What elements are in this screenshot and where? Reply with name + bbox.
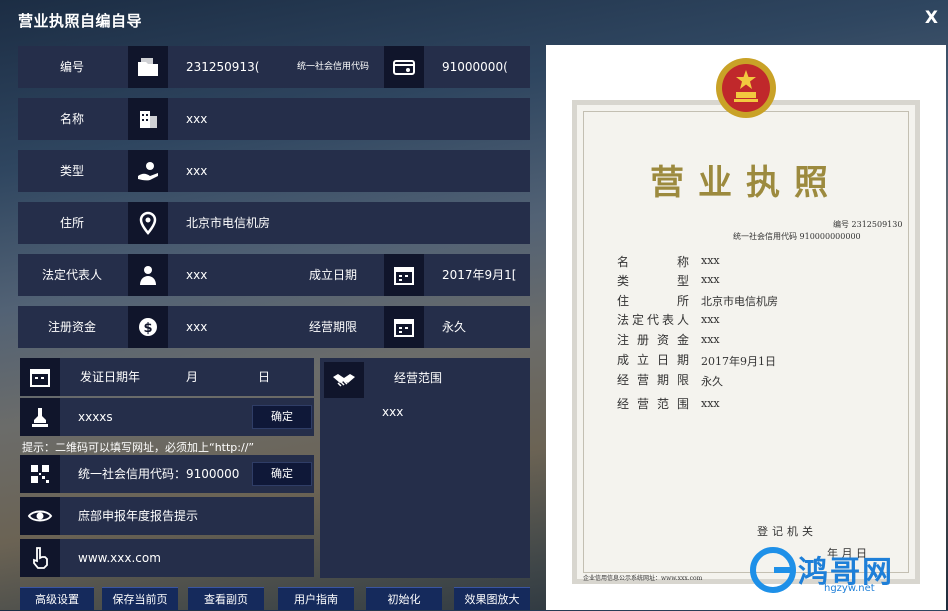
legal-rep-input[interactable]: xxx xyxy=(186,254,276,296)
credit-code-input[interactable]: 91000000( xyxy=(442,46,522,88)
cert-field-label: 法定代表人 xyxy=(617,313,689,327)
address-label: 住所 xyxy=(59,216,84,230)
card-icon xyxy=(384,46,424,88)
national-emblem xyxy=(716,58,776,118)
issue-month-field[interactable]: 月 xyxy=(186,358,198,396)
cert-field-label: 名称 xyxy=(617,255,689,269)
cert-field-label: 注册资金 xyxy=(617,333,689,347)
row-name: 名称 xxx xyxy=(18,98,530,140)
established-label: 成立日期 xyxy=(308,268,357,282)
eye-icon xyxy=(20,497,60,535)
calendar-icon xyxy=(20,358,60,396)
folder-icon xyxy=(128,46,168,88)
initialize-button[interactable]: 初始化 xyxy=(366,587,442,610)
certificate-title: 营业执照 xyxy=(650,163,842,203)
watermark: 鸿哥网 hgzyw.net xyxy=(748,545,944,595)
term-input[interactable]: 永久 xyxy=(442,306,522,348)
certificate-credit-code: 统一社会信用代码 910000000000 xyxy=(733,232,861,241)
row-address: 住所 北京市电信机房 xyxy=(18,202,530,244)
location-pin-icon xyxy=(128,202,168,244)
cert-field-value: 北京市电信机房 xyxy=(701,295,778,308)
qr-hint-text: 提示：二维码可以填写网址，必须加上“http://” xyxy=(22,441,255,454)
view-copy-button[interactable]: 查看副页 xyxy=(188,587,264,610)
cert-field-value: xxx xyxy=(701,333,720,346)
building-icon xyxy=(128,98,168,140)
certificate: 营业执照 编号 2312509130 统一社会信用代码 910000000000… xyxy=(572,100,920,584)
seal-confirm-button[interactable]: 确定 xyxy=(252,405,312,429)
name-input[interactable]: xxx xyxy=(186,98,486,140)
website-box: www.xxx.com xyxy=(20,539,314,577)
qr-box: 统一社会信用代码：9100000 确定 xyxy=(20,455,314,493)
cert-field-value: xxx xyxy=(701,397,720,410)
title-bar: 营业执照自编自导 X xyxy=(0,0,948,40)
name-label: 名称 xyxy=(59,112,84,126)
capital-label: 注册资金 xyxy=(47,320,96,334)
dollar-coin-icon: $ xyxy=(128,306,168,348)
svg-text:$: $ xyxy=(143,321,152,336)
stamp-icon xyxy=(20,398,60,436)
cert-field-value: xxx xyxy=(701,313,720,326)
cert-field-label: 经营范围 xyxy=(617,397,689,411)
scope-box: 经营范围 xxx xyxy=(320,358,530,578)
legal-rep-label: 法定代表人 xyxy=(41,268,102,282)
pointer-hand-icon xyxy=(20,539,60,577)
watermark-url: hgzyw.net xyxy=(824,583,875,594)
seal-input[interactable]: xxxxs xyxy=(78,398,113,436)
notice-box: 庶部申报年度报告提示 xyxy=(20,497,314,535)
issue-day-field[interactable]: 日 xyxy=(258,358,270,396)
cert-field-label: 经营期限 xyxy=(617,373,689,387)
row-type: 类型 xxx xyxy=(18,150,530,192)
close-button[interactable]: X xyxy=(925,8,938,28)
advanced-settings-button[interactable]: 高级设置 xyxy=(20,587,94,610)
handshake-icon xyxy=(324,362,364,398)
cert-field-label: 住所 xyxy=(617,294,689,308)
type-input[interactable]: xxx xyxy=(186,150,486,192)
certificate-footer: 企业信用信息公示系统网址：www.xxx.com xyxy=(583,575,703,582)
issue-date-box: 发证日期年 月 日 xyxy=(20,358,314,396)
cert-field-value: 2017年9月1日 xyxy=(701,355,776,368)
seal-box: xxxxs 确定 xyxy=(20,398,314,436)
issue-year-field[interactable]: 发证日期年 xyxy=(80,358,140,396)
credit-code-label: 统一社会信用代码 xyxy=(296,62,369,72)
enlarge-preview-button[interactable]: 效果图放大 xyxy=(454,587,530,610)
qr-input[interactable]: 统一社会信用代码：9100000 xyxy=(78,455,239,493)
term-label: 经营期限 xyxy=(308,320,357,334)
calendar-icon xyxy=(384,254,424,296)
cert-field-label: 成立日期 xyxy=(617,353,689,367)
cert-field-value: xxx xyxy=(701,254,720,267)
calendar-icon xyxy=(384,306,424,348)
qr-code-icon xyxy=(20,455,60,493)
user-guide-button[interactable]: 用户指南 xyxy=(278,587,354,610)
qr-confirm-button[interactable]: 确定 xyxy=(252,462,312,486)
certificate-serial: 编号 2312509130 xyxy=(833,220,903,229)
number-input[interactable]: 231250913( xyxy=(186,46,282,88)
type-label: 类型 xyxy=(59,164,84,178)
watermark-logo-icon xyxy=(750,547,796,593)
hand-money-icon xyxy=(128,150,168,192)
scope-label: 经营范围 xyxy=(394,371,443,385)
certificate-authority: 登记机关 xyxy=(757,525,817,538)
row-capital: 注册资金 $ xxx 经营期限 永久 xyxy=(18,306,530,348)
scope-input[interactable]: xxx xyxy=(382,394,403,430)
capital-input[interactable]: xxx xyxy=(186,306,276,348)
cert-field-value: xxx xyxy=(701,273,720,286)
save-page-button[interactable]: 保存当前页 xyxy=(102,587,178,610)
number-label: 编号 xyxy=(59,60,84,74)
person-icon xyxy=(128,254,168,296)
window-title: 营业执照自编自导 xyxy=(18,12,143,30)
established-input[interactable]: 2017年9月1[ xyxy=(442,254,522,296)
row-number: 编号 231250913( 统一社会信用代码 91000000( xyxy=(18,46,530,88)
website-input[interactable]: www.xxx.com xyxy=(78,539,161,577)
cert-field-label: 类型 xyxy=(617,274,689,288)
cert-field-value: 永久 xyxy=(701,375,723,388)
address-input[interactable]: 北京市电信机房 xyxy=(186,202,486,244)
row-legal-rep: 法定代表人 xxx 成立日期 2017年9月1[ xyxy=(18,254,530,296)
notice-text: 庶部申报年度报告提示 xyxy=(78,509,199,523)
